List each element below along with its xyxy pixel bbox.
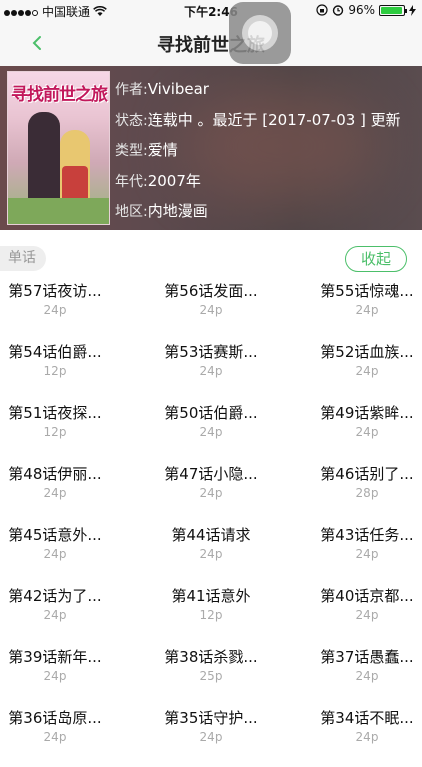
status-right: 96% <box>316 3 416 17</box>
chapter-page-count: 24p <box>43 547 67 561</box>
chapter-title: 第34话不眠... <box>320 709 414 727</box>
chapter-item[interactable]: 第42话为了... 24p <box>0 585 125 645</box>
chapter-title: 第51话夜探... <box>8 404 102 422</box>
chapter-page-count: 24p <box>199 547 223 561</box>
chapter-item[interactable]: 第34话不眠... 24p <box>297 707 422 767</box>
chapter-title: 第40话京都... <box>320 587 414 605</box>
chapter-title: 第47话小隐... <box>164 465 258 483</box>
chapter-item[interactable]: 第49话紫眸... 24p <box>297 402 422 462</box>
detail-region: 地区:内地漫画 <box>115 202 208 220</box>
chapter-title: 第45话意外... <box>8 526 102 544</box>
chapter-page-count: 24p <box>355 608 379 622</box>
chapter-page-count: 24p <box>355 669 379 683</box>
chapter-page-count: 24p <box>355 425 379 439</box>
chapter-page-count: 24p <box>43 669 67 683</box>
chapter-item[interactable]: 第54话伯爵... 12p <box>0 341 125 401</box>
chapter-item[interactable]: 第41话意外 12p <box>141 585 281 645</box>
chapter-title: 第42话为了... <box>8 587 102 605</box>
chapter-item[interactable]: 第50话伯爵... 24p <box>141 402 281 462</box>
section-label: 单话 <box>0 246 46 271</box>
chapter-page-count: 28p <box>355 486 379 500</box>
nav-bar: 寻找前世之旅 <box>0 22 422 66</box>
chapter-page-count: 24p <box>43 608 67 622</box>
orientation-lock-icon <box>316 4 328 16</box>
chapter-title: 第57话夜访... <box>8 282 102 300</box>
alarm-icon <box>333 5 344 16</box>
chapter-page-count: 24p <box>199 486 223 500</box>
chapter-page-count: 24p <box>355 364 379 378</box>
chapter-title: 第54话伯爵... <box>8 343 102 361</box>
chapter-page-count: 24p <box>43 303 67 317</box>
chapter-page-count: 24p <box>355 730 379 744</box>
chapter-item[interactable]: 第47话小隐... 24p <box>141 463 281 523</box>
chapter-page-count: 24p <box>43 486 67 500</box>
chapter-page-count: 24p <box>355 547 379 561</box>
chapter-page-count: 24p <box>199 364 223 378</box>
chapter-title: 第44话请求 <box>171 526 251 544</box>
collapse-button[interactable]: 收起 <box>345 246 407 272</box>
chapter-item[interactable]: 第44话请求 24p <box>141 524 281 584</box>
chapter-item[interactable]: 第46话别了... 28p <box>297 463 422 523</box>
chapter-title: 第41话意外 <box>171 587 251 605</box>
chapter-item[interactable]: 第37话愚蠢... 24p <box>297 646 422 706</box>
chapter-title: 第56话发面... <box>164 282 258 300</box>
status-bar: 中国联通 下午2:46 96% <box>0 0 422 22</box>
comic-details: 作者:Vivibear 状态:连载中 。最近于 [2017-07-03 ] 更新… <box>115 74 415 227</box>
chapter-title: 第38话杀戮... <box>164 648 258 666</box>
chapter-title: 第49话紫眸... <box>320 404 414 422</box>
chapter-item[interactable]: 第56话发面... 24p <box>141 280 281 340</box>
chapter-title: 第52话血族... <box>320 343 414 361</box>
chapter-item[interactable]: 第43话任务... 24p <box>297 524 422 584</box>
detail-author: 作者:Vivibear <box>115 80 209 98</box>
chapter-section-header: 单话 收起 <box>0 246 422 272</box>
chapter-title: 第36话岛原... <box>8 709 102 727</box>
detail-status: 状态:连载中 。最近于 [2017-07-03 ] 更新 <box>115 110 401 129</box>
chapter-title: 第43话任务... <box>320 526 414 544</box>
battery-icon <box>379 4 407 16</box>
back-chevron-icon[interactable] <box>26 31 50 55</box>
chapter-page-count: 12p <box>199 608 223 622</box>
charging-icon <box>409 4 416 16</box>
chapter-item[interactable]: 第55话惊魂... 24p <box>297 280 422 340</box>
chapter-item[interactable]: 第39话新年... 24p <box>0 646 125 706</box>
chapter-title: 第37话愚蠢... <box>320 648 414 666</box>
chapter-item[interactable]: 第35话守护... 24p <box>141 707 281 767</box>
chapter-page-count: 12p <box>43 364 67 378</box>
battery-percent: 96% <box>348 3 375 17</box>
chapter-item[interactable]: 第48话伊丽... 24p <box>0 463 125 523</box>
chapter-title: 第50话伯爵... <box>164 404 258 422</box>
chapter-item[interactable]: 第40话京都... 24p <box>297 585 422 645</box>
detail-year: 年代:2007年 <box>115 171 201 190</box>
chapter-title: 第48话伊丽... <box>8 465 102 483</box>
chapter-title: 第53话赛斯... <box>164 343 258 361</box>
comic-cover-image: 寻找前世之旅 <box>7 71 110 225</box>
chapter-item[interactable]: 第53话赛斯... 24p <box>141 341 281 401</box>
chapter-title: 第46话别了... <box>320 465 414 483</box>
chapter-title: 第55话惊魂... <box>320 282 414 300</box>
chapter-item[interactable]: 第57话夜访... 24p <box>0 280 125 340</box>
cover-title-art: 寻找前世之旅 <box>11 85 108 105</box>
chapter-page-count: 24p <box>355 303 379 317</box>
chapter-page-count: 24p <box>199 730 223 744</box>
chapter-page-count: 24p <box>43 730 67 744</box>
chapter-page-count: 24p <box>199 425 223 439</box>
chapter-page-count: 24p <box>199 303 223 317</box>
chapter-item[interactable]: 第45话意外... 24p <box>0 524 125 584</box>
chapter-item[interactable]: 第38话杀戮... 25p <box>141 646 281 706</box>
chapter-title: 第39话新年... <box>8 648 102 666</box>
chapter-page-count: 25p <box>199 669 223 683</box>
chapter-title: 第35话守护... <box>164 709 258 727</box>
chapter-item[interactable]: 第52话血族... 24p <box>297 341 422 401</box>
chapter-page-count: 12p <box>43 425 67 439</box>
chapter-item[interactable]: 第36话岛原... 24p <box>0 707 125 767</box>
detail-genre: 类型:爱情 <box>115 141 178 159</box>
chapter-item[interactable]: 第51话夜探... 12p <box>0 402 125 462</box>
assistive-touch-button[interactable] <box>229 2 291 64</box>
